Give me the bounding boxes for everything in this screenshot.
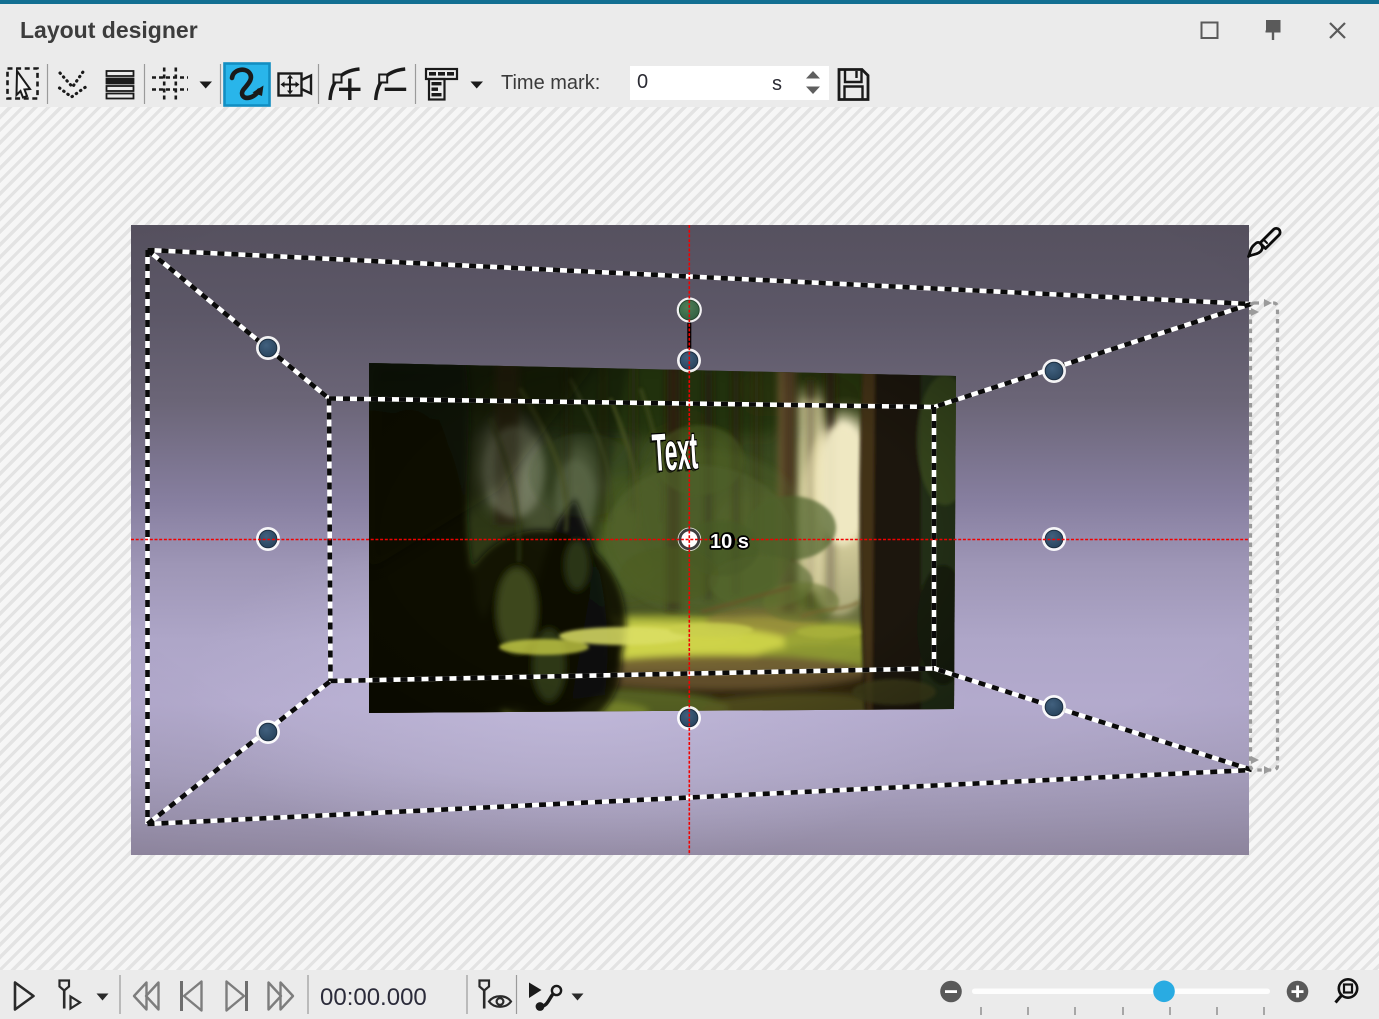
svg-text:Text: Text — [651, 420, 700, 482]
svg-text:10 s: 10 s — [710, 531, 749, 553]
